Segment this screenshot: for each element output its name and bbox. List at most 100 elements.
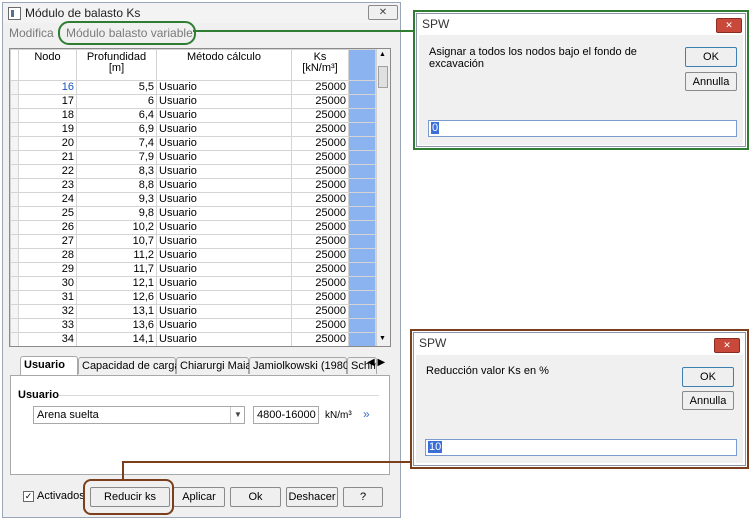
- percent-input[interactable]: 10: [425, 439, 737, 456]
- ks-cell[interactable]: 25000: [291, 276, 349, 291]
- method-cell[interactable]: Usuario: [156, 136, 292, 151]
- node-cell[interactable]: 22: [18, 164, 77, 179]
- ks-cell[interactable]: 25000: [291, 262, 349, 277]
- ks-cell[interactable]: 25000: [291, 178, 349, 193]
- row-selector[interactable]: [10, 290, 19, 305]
- ks-cell[interactable]: 25000: [291, 136, 349, 151]
- node-cell[interactable]: 25: [18, 206, 77, 221]
- ks-cell[interactable]: 25000: [291, 234, 349, 249]
- ks-cell[interactable]: 25000: [291, 150, 349, 165]
- depth-cell[interactable]: 7,4: [76, 136, 157, 151]
- table-row[interactable]: 33 13,6 Usuario 25000: [10, 318, 376, 333]
- row-selector[interactable]: [10, 332, 19, 346]
- ks-cell[interactable]: 25000: [291, 108, 349, 123]
- method-cell[interactable]: Usuario: [156, 220, 292, 235]
- depth-cell[interactable]: 12,1: [76, 276, 157, 291]
- node-cell[interactable]: 31: [18, 290, 77, 305]
- node-cell[interactable]: 21: [18, 150, 77, 165]
- node-cell[interactable]: 19: [18, 122, 77, 137]
- ks-cell[interactable]: 25000: [291, 122, 349, 137]
- method-cell[interactable]: Usuario: [156, 318, 292, 333]
- row-selector[interactable]: [10, 136, 19, 151]
- expand-chevron-icon[interactable]: »: [363, 407, 370, 421]
- apply-button[interactable]: Aplicar: [173, 487, 225, 507]
- ks-cell[interactable]: 25000: [291, 318, 349, 333]
- row-selector[interactable]: [10, 192, 19, 207]
- method-cell[interactable]: Usuario: [156, 262, 292, 277]
- col-header-ks[interactable]: Ks [kN/m³]: [291, 49, 349, 81]
- ok-button[interactable]: Ok: [230, 487, 281, 507]
- dialog-cancel-button[interactable]: Annulla: [682, 391, 734, 410]
- ks-cell[interactable]: 25000: [291, 248, 349, 263]
- col-header-method[interactable]: Método cálculo: [156, 49, 292, 81]
- depth-cell[interactable]: 10,7: [76, 234, 157, 249]
- row-selector[interactable]: [10, 122, 19, 137]
- table-row[interactable]: 31 12,6 Usuario 25000: [10, 290, 376, 305]
- row-selector[interactable]: [10, 318, 19, 333]
- vertical-scrollbar[interactable]: ▲ ▼: [376, 49, 390, 346]
- ks-cell[interactable]: 25000: [291, 304, 349, 319]
- col-header-node[interactable]: Nodo: [18, 49, 77, 81]
- table-row[interactable]: 30 12,1 Usuario 25000: [10, 276, 376, 291]
- node-cell[interactable]: 30: [18, 276, 77, 291]
- depth-input[interactable]: 0: [428, 120, 737, 137]
- tab-usuario[interactable]: Usuario: [20, 356, 78, 375]
- depth-cell[interactable]: 11,2: [76, 248, 157, 263]
- tab-chiarurgi[interactable]: Chiarurgi Maia: [176, 357, 252, 374]
- table-row[interactable]: 34 14,1 Usuario 25000: [10, 332, 376, 346]
- table-row[interactable]: 28 11,2 Usuario 25000: [10, 248, 376, 263]
- row-selector[interactable]: [10, 150, 19, 165]
- node-cell[interactable]: 24: [18, 192, 77, 207]
- depth-cell[interactable]: 6: [76, 94, 157, 109]
- depth-cell[interactable]: 5,5: [76, 80, 157, 95]
- depth-cell[interactable]: 8,3: [76, 164, 157, 179]
- method-cell[interactable]: Usuario: [156, 304, 292, 319]
- node-cell[interactable]: 34: [18, 332, 77, 346]
- table-row[interactable]: 16 5,5 Usuario 25000: [10, 80, 376, 95]
- depth-cell[interactable]: 6,4: [76, 108, 157, 123]
- row-selector[interactable]: [10, 234, 19, 249]
- ks-cell[interactable]: 25000: [291, 206, 349, 221]
- row-selector[interactable]: [10, 108, 19, 123]
- row-selector[interactable]: [10, 262, 19, 277]
- table-row[interactable]: 26 10,2 Usuario 25000: [10, 220, 376, 235]
- table-row[interactable]: 23 8,8 Usuario 25000: [10, 178, 376, 193]
- row-selector[interactable]: [10, 164, 19, 179]
- depth-cell[interactable]: 13,6: [76, 318, 157, 333]
- node-cell[interactable]: 33: [18, 318, 77, 333]
- dialog-ok-button[interactable]: OK: [682, 367, 734, 387]
- col-header-depth[interactable]: Profundidad [m]: [76, 49, 157, 81]
- method-cell[interactable]: Usuario: [156, 164, 292, 179]
- table-row[interactable]: 21 7,9 Usuario 25000: [10, 150, 376, 165]
- node-cell[interactable]: 18: [18, 108, 77, 123]
- node-cell[interactable]: 27: [18, 234, 77, 249]
- method-cell[interactable]: Usuario: [156, 108, 292, 123]
- soil-combo[interactable]: Arena suelta ▼: [33, 406, 245, 424]
- row-selector[interactable]: [10, 248, 19, 263]
- dialog-ok-button[interactable]: OK: [685, 47, 737, 67]
- ks-cell[interactable]: 25000: [291, 94, 349, 109]
- ks-cell[interactable]: 25000: [291, 80, 349, 95]
- node-cell[interactable]: 29: [18, 262, 77, 277]
- row-selector[interactable]: [10, 80, 19, 95]
- scroll-thumb[interactable]: [378, 66, 388, 88]
- table-row[interactable]: 24 9,3 Usuario 25000: [10, 192, 376, 207]
- row-selector[interactable]: [10, 304, 19, 319]
- method-cell[interactable]: Usuario: [156, 248, 292, 263]
- depth-cell[interactable]: 10,2: [76, 220, 157, 235]
- method-cell[interactable]: Usuario: [156, 290, 292, 305]
- ks-grid[interactable]: Nodo Profundidad [m] Método cálculo Ks [kN…: [9, 48, 391, 347]
- depth-cell[interactable]: 9,8: [76, 206, 157, 221]
- tab-jamiolkowski[interactable]: Jamiolkowski (1980): [249, 357, 353, 374]
- table-row[interactable]: 32 13,1 Usuario 25000: [10, 304, 376, 319]
- method-cell[interactable]: Usuario: [156, 122, 292, 137]
- table-row[interactable]: 18 6,4 Usuario 25000: [10, 108, 376, 123]
- tab-scroll-arrows-icon[interactable]: ◀ ▶: [367, 357, 385, 368]
- depth-cell[interactable]: 13,1: [76, 304, 157, 319]
- dialog-cancel-button[interactable]: Annulla: [685, 72, 737, 91]
- close-icon[interactable]: ✕: [716, 18, 742, 33]
- method-cell[interactable]: Usuario: [156, 332, 292, 346]
- method-cell[interactable]: Usuario: [156, 276, 292, 291]
- scroll-down-icon[interactable]: ▼: [379, 335, 386, 342]
- node-cell[interactable]: 20: [18, 136, 77, 151]
